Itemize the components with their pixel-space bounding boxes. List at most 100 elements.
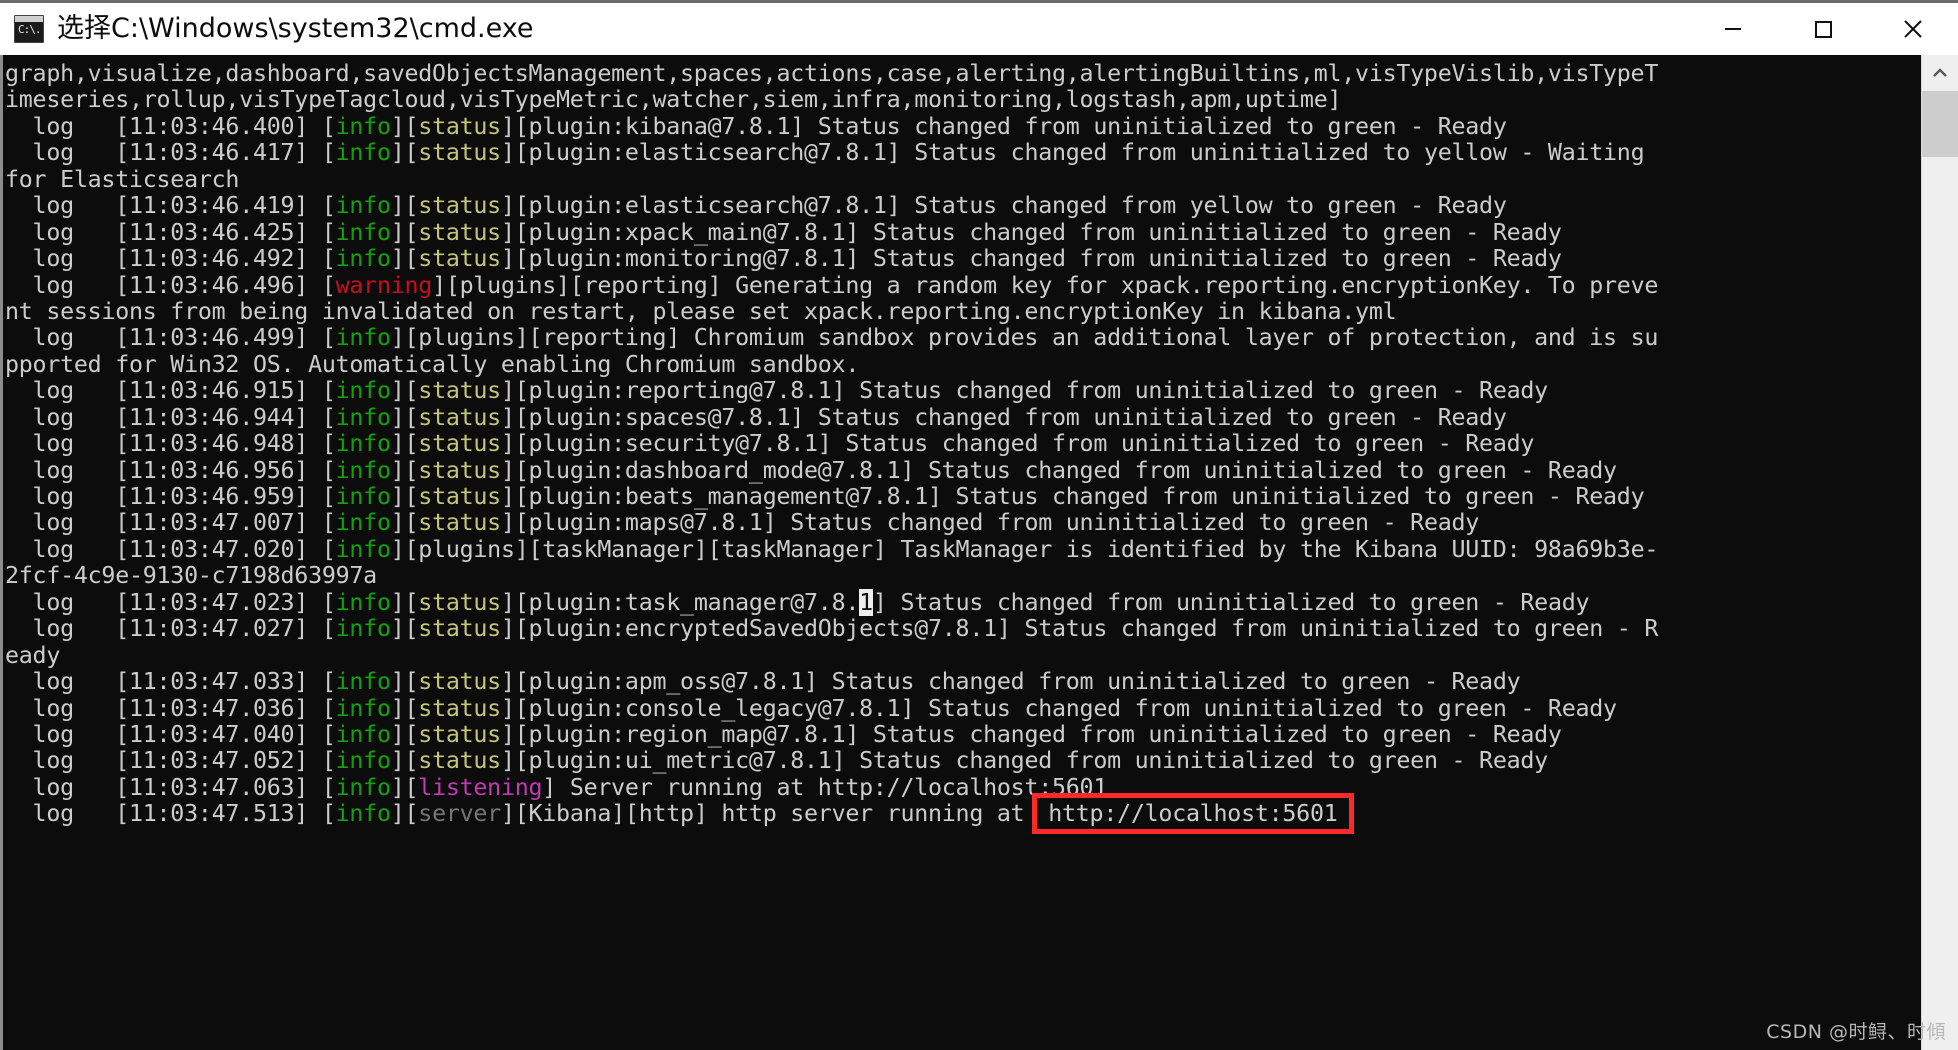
console-line: for Elasticsearch	[3, 166, 1921, 193]
console-text: log [11:03:46.956] [	[5, 456, 336, 484]
console-text: ][plugin:task_manager@7.8.	[500, 588, 860, 616]
console-text: info	[335, 218, 391, 246]
console-line: nt sessions from being invalidated on re…	[3, 298, 1921, 325]
console-text: ][plugin:kibana@7.8.1] Status changed fr…	[500, 112, 1507, 140]
console-text: info	[335, 694, 391, 722]
console-text: ][	[390, 139, 419, 167]
cmd-icon-titlebar-stripe	[15, 16, 43, 22]
chevron-up-icon	[1933, 68, 1947, 77]
console-text: ] Server running at http://localhost:560…	[542, 773, 1108, 801]
console-text: ][	[390, 112, 419, 140]
minimize-button[interactable]	[1688, 3, 1778, 55]
scrollbar-thumb[interactable]	[1922, 91, 1958, 157]
maximize-button[interactable]	[1778, 3, 1868, 55]
console-line: log [11:03:47.020] [info][plugins][taskM…	[3, 535, 1921, 563]
console-text: status	[418, 245, 501, 273]
console-text: log [11:03:46.948] [	[5, 430, 336, 458]
console-text: ][plugin:elasticsearch@7.8.1] Status cha…	[500, 139, 1645, 167]
console-text: pported for Win32 OS. Automatically enab…	[5, 350, 860, 378]
console-line: log [11:03:46.956] [info][status][plugin…	[3, 456, 1921, 484]
console-text: ][plugin:xpack_main@7.8.1] Status change…	[500, 218, 1562, 246]
console-text: ][	[390, 800, 419, 828]
console-text: ][	[390, 483, 419, 510]
console-line: log [11:03:46.496] [warning][plugins][re…	[3, 271, 1921, 299]
console-text: status	[418, 430, 501, 458]
console-text: ][	[390, 773, 419, 801]
console-text: ][plugin:console_legacy@7.8.1] Status ch…	[500, 694, 1617, 722]
console-text: warning	[335, 271, 433, 299]
console-text: log [11:03:47.027] [	[5, 615, 336, 643]
console-line: log [11:03:46.419] [info][status][plugin…	[3, 192, 1921, 219]
console-text: log [11:03:47.052] [	[5, 747, 336, 775]
console-text: log [11:03:47.033] [	[5, 668, 336, 696]
console-text: ][plugin:encryptedSavedObjects@7.8.1] St…	[500, 615, 1659, 643]
console-text: ][	[390, 403, 419, 431]
console-text: 2fcf-4c9e-9130-c7198d63997a	[5, 562, 377, 590]
console-text: info	[335, 588, 391, 616]
console-text: info	[335, 615, 391, 643]
console-text: ][plugin:dashboard_mode@7.8.1] Status ch…	[500, 456, 1617, 484]
console-line: log [11:03:47.027] [info][status][plugin…	[3, 615, 1921, 643]
console-text: status	[418, 456, 501, 484]
console-text: ][	[390, 668, 419, 696]
highlighted-url[interactable]: http://localhost:5601	[1032, 793, 1354, 835]
console-line: eady	[3, 642, 1921, 669]
console-text: log [11:03:47.023] [	[5, 588, 336, 616]
console-text: info	[335, 720, 391, 748]
console-text: log [11:03:46.944] [	[5, 403, 336, 431]
console-text: ][plugin:maps@7.8.1] Status changed from…	[500, 509, 1480, 537]
minimize-icon	[1725, 28, 1741, 30]
console-text: ][	[390, 747, 419, 775]
console-text: ][	[390, 694, 419, 722]
console-text: log [11:03:46.400] [	[5, 112, 336, 140]
console-text: server	[418, 800, 501, 828]
console-line: 2fcf-4c9e-9130-c7198d63997a	[3, 563, 1921, 589]
console-line: log [11:03:46.492] [info][status][plugin…	[3, 245, 1921, 273]
console-text: ][	[390, 509, 419, 537]
window-titlebar[interactable]: C:\. 选择C:\Windows\system32\cmd.exe	[0, 3, 1958, 55]
console-text: log [11:03:46.959] [	[5, 483, 336, 510]
console-text: log [11:03:46.425] [	[5, 218, 336, 246]
console-text: status	[418, 720, 501, 748]
console-line: log [11:03:46.944] [info][status][plugin…	[3, 403, 1921, 431]
console-text: status	[418, 218, 501, 246]
console-text: status	[418, 668, 501, 696]
console-text: status	[418, 694, 501, 722]
console-text: log [11:03:46.496] [	[5, 271, 336, 299]
console-text: status	[418, 403, 501, 431]
console-line: log [11:03:46.499] [info][plugins][repor…	[3, 325, 1921, 351]
console-text: ][	[390, 720, 419, 748]
console-text: log [11:03:47.007] [	[5, 509, 336, 537]
console-text: info	[335, 800, 391, 828]
console-line: log [11:03:46.959] [info][status][plugin…	[3, 483, 1921, 510]
console-text: status	[418, 509, 501, 537]
console-text: ][plugin:monitoring@7.8.1] Status change…	[500, 245, 1562, 273]
console-text: ][	[390, 218, 419, 246]
console-line: log [11:03:47.040] [info][status][plugin…	[3, 720, 1921, 748]
console-output[interactable]: graph,visualize,dashboard,savedObjectsMa…	[3, 55, 1921, 1050]
console-line: pported for Win32 OS. Automatically enab…	[3, 350, 1921, 378]
console-scrollbar[interactable]	[1921, 55, 1958, 1050]
console-text: info	[335, 403, 391, 431]
console-text: ][plugin:apm_oss@7.8.1] Status changed f…	[500, 668, 1521, 696]
close-icon	[1904, 20, 1922, 38]
console-text: status	[418, 377, 501, 405]
console-text: ][Kibana][http] http server running at	[500, 800, 1039, 828]
scrollbar-track[interactable]	[1922, 91, 1958, 1050]
console-text: log [11:03:46.499] [	[5, 324, 336, 352]
console-text: imeseries,rollup,visTypeTagcloud,visType…	[5, 86, 1342, 114]
console-line: graph,visualize,dashboard,savedObjectsMa…	[3, 60, 1921, 87]
watermark: CSDN @时鲟、时傾	[1766, 1021, 1946, 1043]
console-text: ] Status changed from uninitialized to g…	[872, 588, 1590, 616]
scrollbar-up-button[interactable]	[1922, 55, 1958, 91]
console-text: status	[418, 483, 501, 510]
console-text: log [11:03:47.020] [	[5, 535, 336, 563]
close-button[interactable]	[1868, 3, 1958, 55]
console-text: ][	[390, 430, 419, 458]
console-text: ][	[390, 588, 419, 616]
console-line: log [11:03:47.036] [info][status][plugin…	[3, 694, 1921, 722]
cmd-icon-prompt-text: C:\.	[18, 23, 41, 36]
console-line: log [11:03:46.417] [info][status][plugin…	[3, 140, 1921, 166]
console-text: info	[335, 456, 391, 484]
console-line: log [11:03:47.023] [info][status][plugin…	[3, 588, 1921, 616]
